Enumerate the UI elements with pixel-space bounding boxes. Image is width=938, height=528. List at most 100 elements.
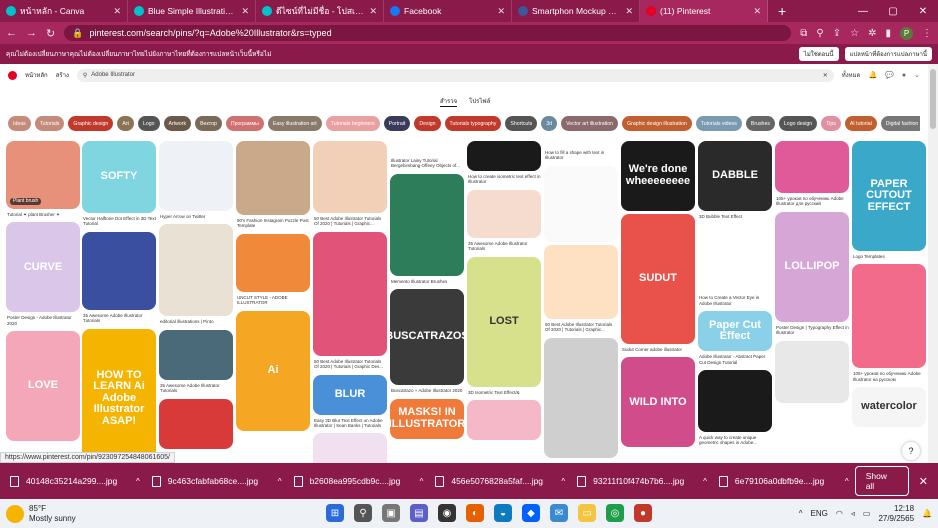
notification-bell-icon[interactable]: 🔔 — [922, 509, 932, 518]
pin-card[interactable]: LOVE — [6, 331, 80, 442]
reload-icon[interactable]: ↻ — [46, 27, 55, 40]
pin-card[interactable]: SOFTY — [82, 141, 156, 213]
pin-card[interactable]: DABBLE — [698, 141, 772, 211]
pin-caption[interactable]: Poster Design - Adobe Illustrator 2020 — [7, 315, 80, 326]
help-button[interactable]: ? — [902, 442, 920, 460]
install-icon[interactable]: ⧉ — [800, 28, 807, 39]
pin-caption[interactable]: How to create isometric text effect in I… — [468, 174, 541, 185]
browser-tab[interactable]: Blue Simple Illustration Roi ✕ — [128, 0, 256, 22]
pin-caption[interactable]: Adobe Illustrator - Abstract Paper Cut D… — [699, 354, 772, 365]
pin-card[interactable] — [82, 231, 156, 310]
share-icon[interactable]: ⇪ — [833, 28, 841, 39]
pin-caption[interactable]: Easy 3D Blur Text Effect on Adobe Illust… — [314, 418, 387, 429]
edge-icon[interactable]: ◒ — [494, 504, 512, 522]
new-tab-button[interactable]: + — [768, 3, 796, 19]
profile-avatar[interactable]: P — [900, 26, 913, 40]
guide-chip[interactable]: Tutorials videos — [695, 116, 742, 131]
close-window-icon[interactable]: ✕ — [908, 6, 938, 17]
zoom-icon[interactable]: ⚲ — [816, 28, 823, 39]
guide-chip[interactable]: Graphic design illustration — [622, 116, 692, 131]
pin-card[interactable] — [159, 224, 233, 317]
guide-chip[interactable]: AI tutorial — [844, 116, 877, 131]
volume-icon[interactable]: ◃ — [851, 509, 855, 518]
page-scrollbar[interactable] — [928, 64, 938, 463]
guide-chip[interactable]: Brushes — [745, 116, 775, 131]
account-chevron-icon[interactable]: ⌄ — [914, 71, 920, 79]
pin-card[interactable] — [313, 433, 387, 463]
pin-caption[interactable]: Vector Halftone Dot Effect in 3D Text Tu… — [83, 216, 156, 227]
close-tab-icon[interactable]: ✕ — [369, 6, 377, 17]
pin-card[interactable] — [467, 399, 541, 440]
pin-caption[interactable]: Tutorial ✦ plant Brusher ✦ — [7, 212, 80, 217]
clock[interactable]: 12:18 27/9/2565 — [878, 504, 914, 523]
close-downloads-icon[interactable]: ✕ — [919, 475, 928, 488]
pin-card[interactable]: Paper Cut Effect — [698, 311, 772, 352]
pin-card[interactable] — [852, 264, 926, 369]
pin-caption[interactable]: 90's Fashion Instagram Puzzle Post Templ… — [237, 218, 310, 229]
download-item[interactable]: 9c463cfabfab68ce....jpg ^ — [146, 475, 288, 487]
filter-dropdown[interactable]: ทั้งหมด — [842, 70, 861, 80]
guide-chip[interactable]: 3d — [541, 116, 558, 131]
guide-chip[interactable]: Vector art illustration — [561, 116, 619, 131]
guide-chip[interactable]: Portrait — [383, 116, 411, 131]
pin-card[interactable] — [544, 165, 618, 242]
pin-caption[interactable]: A quick way to create unique geometric s… — [699, 435, 772, 446]
clear-search-icon[interactable]: ✕ — [823, 72, 828, 79]
chevron-up-icon[interactable]: ^ — [420, 477, 424, 486]
pin-card[interactable]: HOW TO LEARN Ai Adobe Illustrator ASAP! — [82, 328, 156, 463]
pin-caption[interactable]: Hyper Arrow on Twitter — [160, 214, 233, 219]
pin-card[interactable] — [775, 340, 849, 403]
pin-caption[interactable]: Illustrator Lainy Tutorial Bergebimbang … — [391, 158, 464, 169]
pin-card[interactable]: BLUR — [313, 374, 387, 415]
chevron-up-icon[interactable]: ^ — [845, 477, 849, 486]
pin-card[interactable]: MASKS! IN ILLUSTRATOR — [390, 398, 464, 439]
chrome-icon[interactable]: ◎ — [606, 504, 624, 522]
pin-card[interactable] — [544, 337, 618, 458]
pin-card[interactable]: BUSCATRAZOS — [390, 289, 464, 386]
weather-widget[interactable]: 85°F Mostly sunny — [6, 504, 76, 523]
pin-search-input[interactable]: ⚲ Adobe Illustrator ✕ — [76, 68, 834, 82]
pin-caption[interactable]: 105+ уроков по обучению Adobe Illustrato… — [853, 371, 926, 382]
show-all-button[interactable]: Show all — [854, 466, 909, 496]
camera-icon[interactable]: ◉ — [438, 504, 456, 522]
pin-card[interactable]: Ai — [236, 310, 310, 431]
wifi-icon[interactable]: ◠ — [836, 509, 843, 518]
tab-explore[interactable]: สำรวจ — [440, 96, 458, 107]
forward-icon[interactable]: → — [26, 27, 37, 39]
pin-caption[interactable]: Poster Design | Typography Effect in Ill… — [776, 325, 849, 336]
pin-card[interactable]: watercolor — [852, 387, 926, 428]
guide-chip[interactable]: Design — [414, 116, 441, 131]
scroll-thumb[interactable] — [930, 69, 936, 129]
pin-card[interactable] — [313, 231, 387, 356]
guide-chip[interactable]: Artwork — [163, 116, 192, 131]
pin-caption[interactable]: 35 Awesome Adobe Illustrator Tutorials — [468, 241, 541, 252]
guide-chip[interactable]: Logo — [137, 116, 160, 131]
pin-card[interactable]: Plant brush — [6, 141, 80, 209]
pin-caption[interactable]: 50 Best Adobe Illustrator Tutorials Of 2… — [314, 216, 387, 227]
infobar-dismiss-button[interactable]: ไม่ใช่ตอนนี้ — [798, 47, 839, 61]
pin-card[interactable] — [775, 141, 849, 193]
pinterest-logo-icon[interactable] — [8, 70, 17, 80]
chevron-up-icon[interactable]: ^ — [703, 477, 707, 486]
pin-caption[interactable]: 3D Bubble Text Effect — [699, 214, 772, 219]
pin-caption[interactable]: How to fill a shape with text in Illustr… — [545, 150, 618, 161]
pin-card[interactable]: LOST — [467, 256, 541, 387]
pin-caption[interactable]: 3D Isometric Text Effect/& — [468, 390, 541, 395]
pin-card[interactable] — [236, 233, 310, 292]
pin-card[interactable] — [313, 141, 387, 213]
start-icon[interactable]: ⊞ — [326, 504, 344, 522]
notifications-icon[interactable]: 🔔 — [868, 71, 877, 79]
browser-tab[interactable]: (11) Pinterest ✕ — [640, 0, 768, 22]
pin-caption[interactable]: UNCUT STYLE - ADOBE ILLUSTRATOR — [237, 295, 310, 306]
guide-chip[interactable]: Tips — [821, 116, 841, 131]
pin-card[interactable] — [236, 141, 310, 215]
pin-card[interactable] — [467, 189, 541, 238]
messages-icon[interactable]: 💬 — [885, 71, 894, 79]
chevron-up-icon[interactable]: ^ — [561, 477, 565, 486]
pin-card[interactable] — [698, 224, 772, 293]
dropbox-icon[interactable]: ◆ — [522, 504, 540, 522]
pin-card[interactable] — [390, 141, 464, 155]
pin-card[interactable]: We're done wheeeeeeee — [621, 141, 695, 211]
pin-card[interactable] — [698, 369, 772, 432]
browser-tab[interactable]: ดีไซน์ที่ไม่มีชื่อ - โปสเตอร์ ✕ — [256, 0, 384, 22]
